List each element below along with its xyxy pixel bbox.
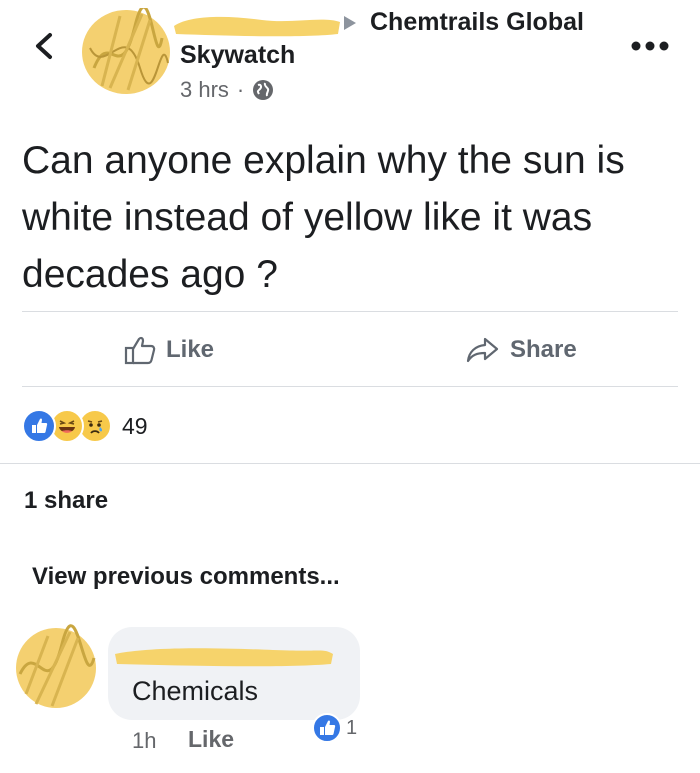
divider	[0, 463, 700, 464]
more-dots-icon	[631, 41, 669, 51]
group-name-link[interactable]: Chemtrails Global	[370, 8, 584, 37]
like-label: Like	[166, 336, 215, 363]
comment-timestamp[interactable]: 1h	[132, 728, 156, 754]
page-name-link[interactable]: Skywatch	[180, 41, 295, 70]
view-previous-comments-link[interactable]: View previous comments...	[32, 563, 340, 591]
more-options-button[interactable]	[628, 38, 672, 54]
comment-like-button[interactable]: Like	[188, 726, 234, 753]
separator-dot: ·	[236, 77, 245, 102]
reaction-count: 49	[122, 412, 148, 439]
commenter-avatar[interactable]	[12, 624, 100, 712]
redacted-commenter-name	[113, 640, 335, 670]
back-button[interactable]	[26, 28, 62, 64]
like-reaction-icon	[22, 409, 56, 443]
post-meta: 3 hrs ·	[180, 76, 274, 104]
thumbs-up-icon	[124, 336, 156, 365]
redacted-name	[172, 10, 342, 40]
share-label: Share	[510, 336, 577, 363]
avatar[interactable]	[80, 8, 172, 96]
comment-reaction-summary[interactable]: 1	[312, 712, 357, 744]
divider	[22, 386, 678, 387]
globe-icon	[253, 80, 274, 100]
like-reaction-icon	[312, 713, 342, 743]
divider	[22, 311, 678, 312]
post-text: Can anyone explain why the sun is white …	[22, 139, 625, 296]
timestamp[interactable]: 3 hrs	[180, 77, 229, 103]
share-button[interactable]: Share	[466, 330, 577, 370]
comment-reaction-count: 1	[346, 716, 358, 739]
share-count-link[interactable]: 1 share	[24, 487, 108, 515]
triangle-right-icon	[342, 14, 358, 32]
share-arrow-icon	[466, 337, 499, 363]
comment-text: Chemicals	[132, 676, 259, 706]
like-button[interactable]: Like	[124, 330, 214, 370]
chevron-left-icon	[36, 33, 52, 59]
reaction-summary[interactable]: 49	[22, 409, 148, 443]
